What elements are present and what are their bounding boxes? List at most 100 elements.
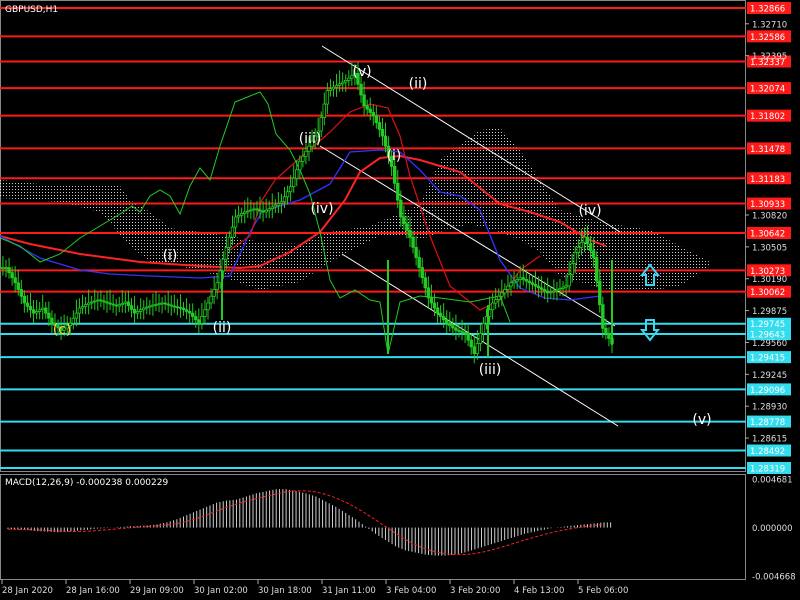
candle-body bbox=[347, 77, 351, 81]
wave-label: (iii) bbox=[299, 131, 322, 147]
wave-label: (iv) bbox=[310, 201, 333, 217]
candle-body bbox=[142, 307, 146, 311]
candle-body bbox=[435, 307, 440, 314]
candle-body bbox=[181, 307, 186, 311]
candle-body bbox=[187, 311, 192, 314]
candle-body bbox=[261, 210, 265, 213]
candle-body bbox=[111, 303, 115, 306]
candle-body bbox=[331, 86, 336, 90]
candle-body bbox=[16, 282, 20, 290]
candle-body bbox=[469, 339, 473, 348]
candle-body bbox=[429, 297, 434, 304]
candle-body bbox=[194, 316, 198, 321]
candle-body bbox=[264, 209, 268, 213]
candle-body bbox=[89, 301, 94, 304]
candle-body bbox=[172, 305, 177, 308]
candle-body bbox=[383, 135, 388, 147]
candle-body bbox=[86, 302, 91, 306]
candle-body bbox=[402, 216, 406, 225]
candle-body bbox=[417, 257, 421, 268]
candle-body bbox=[539, 287, 544, 290]
candle-body bbox=[420, 267, 424, 279]
candle-body bbox=[524, 278, 529, 282]
wave-label: (c) bbox=[53, 322, 72, 338]
candle-body bbox=[108, 302, 112, 305]
candle-body bbox=[4, 267, 8, 269]
time-tick-label: 31 Jan 11:00 bbox=[322, 586, 376, 596]
candle-body bbox=[184, 309, 189, 312]
price-chart[interactable]: (c) (ii) (i) (iii) (iv) (v) (ii) (i) (iii) (iv) (v… bbox=[0, 0, 800, 600]
candle-body bbox=[481, 322, 486, 334]
candle-body bbox=[163, 302, 167, 305]
candle-body bbox=[570, 263, 574, 276]
candle-body bbox=[224, 246, 229, 260]
candle-body bbox=[206, 302, 210, 311]
candle-body bbox=[322, 103, 327, 118]
candle-body bbox=[334, 85, 339, 88]
candle-body bbox=[227, 236, 232, 248]
candle-body bbox=[19, 289, 24, 297]
wave-label: (ii) bbox=[213, 320, 232, 336]
candle-body bbox=[255, 208, 259, 211]
candle-body bbox=[607, 332, 611, 339]
candle-body bbox=[555, 289, 559, 292]
candle-body bbox=[126, 301, 131, 307]
macd-tick-label: 0.004681 bbox=[752, 476, 793, 486]
candle-body bbox=[585, 236, 590, 245]
candle-body bbox=[160, 302, 164, 305]
wave-label: (ii) bbox=[409, 76, 428, 92]
candle-body bbox=[175, 306, 180, 309]
candle-body bbox=[279, 201, 284, 204]
candle-body bbox=[579, 241, 584, 248]
resistance-price-label: 1.30933 bbox=[750, 200, 785, 210]
candle-body bbox=[567, 274, 571, 287]
candle-body bbox=[34, 311, 39, 314]
candle-body bbox=[243, 211, 247, 215]
candle-body bbox=[233, 216, 238, 228]
support-price-label: 1.28319 bbox=[750, 465, 785, 475]
candle-body bbox=[497, 295, 501, 301]
candle-body bbox=[249, 209, 253, 212]
wave-label: (i) bbox=[387, 148, 402, 164]
resistance-price-label: 1.30062 bbox=[750, 288, 785, 298]
candle-body bbox=[151, 304, 155, 307]
resistance-price-label: 1.30642 bbox=[750, 229, 785, 239]
candle-body bbox=[460, 330, 464, 333]
candle-body bbox=[604, 327, 608, 334]
candle-body bbox=[7, 267, 11, 274]
candle-body bbox=[377, 122, 382, 130]
wave-label: (v) bbox=[692, 412, 711, 428]
candle-body bbox=[392, 166, 397, 184]
candle-body bbox=[197, 319, 201, 324]
candle-body bbox=[509, 282, 513, 287]
candle-body bbox=[166, 303, 170, 306]
candle-body bbox=[582, 236, 587, 243]
candle-body bbox=[215, 282, 219, 290]
candle-body bbox=[396, 182, 400, 201]
time-tick-label: 3 Feb 04:00 bbox=[386, 586, 436, 596]
candle-body bbox=[230, 226, 235, 238]
candle-body bbox=[359, 83, 363, 96]
time-tick-label: 4 Feb 13:00 bbox=[514, 586, 564, 596]
candle-body bbox=[132, 309, 137, 314]
candle-body bbox=[506, 285, 510, 290]
resistance-price-label: 1.32074 bbox=[750, 85, 785, 95]
candle-body bbox=[1, 267, 5, 269]
candle-body bbox=[28, 305, 33, 311]
candle-body bbox=[102, 300, 106, 303]
candle-body bbox=[295, 169, 299, 179]
support-price-label: 1.28492 bbox=[750, 447, 785, 457]
candle-body bbox=[533, 284, 538, 287]
resistance-price-label: 1.32866 bbox=[750, 5, 785, 15]
support-price-label: 1.28778 bbox=[750, 418, 785, 428]
candle-body bbox=[576, 246, 581, 253]
price-tick-label: 1.29560 bbox=[752, 339, 787, 349]
candle-body bbox=[80, 305, 85, 309]
candle-body bbox=[123, 301, 128, 304]
resistance-price-label: 1.32586 bbox=[750, 33, 785, 43]
candle-body bbox=[399, 199, 403, 218]
candle-body bbox=[594, 257, 599, 282]
candle-body bbox=[273, 204, 278, 208]
candle-body bbox=[552, 290, 556, 293]
candle-body bbox=[285, 191, 290, 198]
